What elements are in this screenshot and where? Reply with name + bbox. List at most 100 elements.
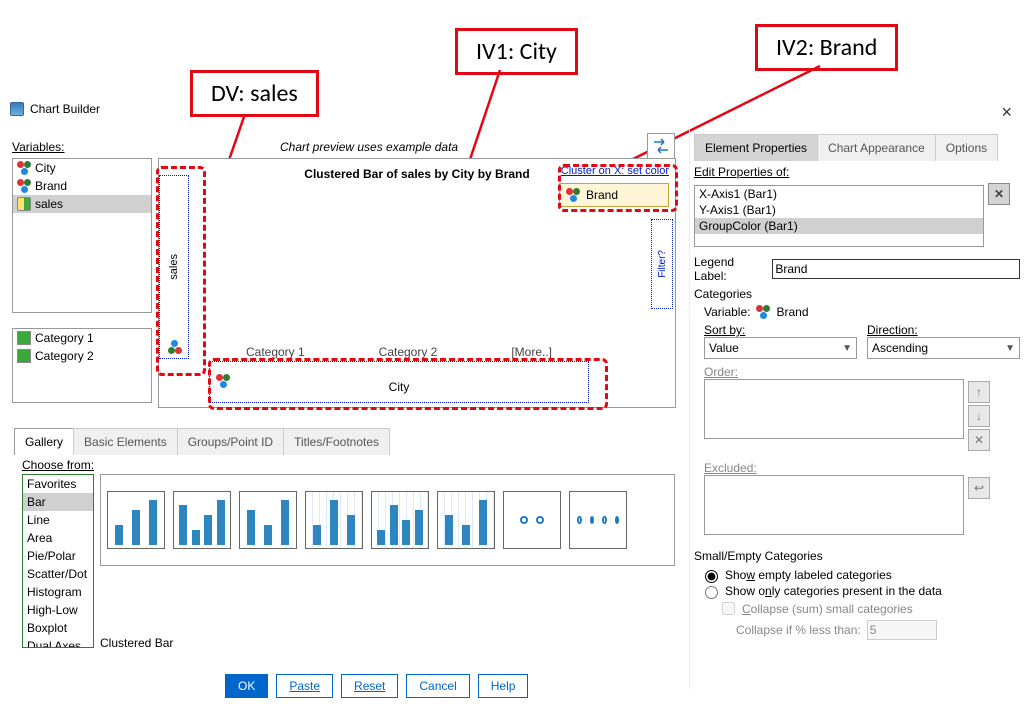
- list-item[interactable]: Dual Axes: [23, 637, 93, 648]
- collapse-pct-label: Collapse if % less than:: [736, 623, 861, 637]
- paste-button[interactable]: Paste: [276, 674, 333, 698]
- list-item[interactable]: Boxplot: [23, 619, 93, 637]
- list-item: Category 2: [13, 347, 151, 365]
- list-item[interactable]: Histogram: [23, 583, 93, 601]
- nominal-icon: [756, 305, 770, 319]
- gallery-thumb[interactable]: [371, 491, 429, 549]
- tab-gallery[interactable]: Gallery: [14, 428, 74, 455]
- x-axis-dropzone[interactable]: City: [209, 361, 589, 403]
- variable-name: sales: [35, 197, 63, 211]
- reset-button[interactable]: Reset: [341, 674, 398, 698]
- list-item: Category 1: [13, 329, 151, 347]
- gallery-thumb[interactable]: [569, 491, 627, 549]
- variables-label: Variables:: [12, 140, 64, 154]
- right-tabs: Element Properties Chart Appearance Opti…: [694, 134, 1020, 161]
- help-button[interactable]: Help: [478, 674, 529, 698]
- restore-button[interactable]: ↩: [968, 477, 990, 499]
- window-title: Chart Builder: [30, 102, 100, 116]
- filter-dropzone[interactable]: Filter?: [651, 219, 673, 309]
- order-label: Order:: [694, 365, 1020, 379]
- categories-heading: Categories: [694, 287, 1020, 301]
- variable-item[interactable]: sales: [13, 195, 151, 213]
- radio-input[interactable]: [705, 570, 718, 583]
- gallery-thumb[interactable]: [107, 491, 165, 549]
- cancel-button[interactable]: Cancel: [406, 674, 469, 698]
- order-list[interactable]: [704, 379, 964, 439]
- direction-combo[interactable]: Ascending ▼: [867, 337, 1020, 359]
- cluster-variable: Brand: [586, 188, 618, 202]
- chevron-down-icon: ▼: [1005, 343, 1015, 354]
- tab-titles-footnotes[interactable]: Titles/Footnotes: [283, 428, 390, 455]
- variable-item[interactable]: City: [13, 159, 151, 177]
- radio-show-empty[interactable]: Show empty labeled categories: [694, 567, 1020, 583]
- move-up-button[interactable]: ↑: [968, 381, 990, 403]
- nominal-icon: [216, 374, 230, 388]
- chevron-down-icon: ▼: [842, 343, 852, 354]
- tab-groups-point-id[interactable]: Groups/Point ID: [177, 428, 284, 455]
- properties-of-list[interactable]: X-Axis1 (Bar1) Y-Axis1 (Bar1) GroupColor…: [694, 185, 984, 247]
- variable-name: Brand: [35, 179, 67, 193]
- tab-chart-appearance[interactable]: Chart Appearance: [817, 134, 936, 161]
- list-item[interactable]: Favorites: [23, 475, 93, 493]
- preview-bars: [219, 209, 579, 329]
- swap-axes-button[interactable]: [647, 133, 675, 159]
- list-item[interactable]: Scatter/Dot: [23, 565, 93, 583]
- y-axis-dropzone[interactable]: sales: [159, 175, 189, 359]
- properties-panel: Element Properties Chart Appearance Opti…: [689, 130, 1024, 690]
- ok-button[interactable]: OK: [225, 674, 268, 698]
- edit-properties-label: Edit Properties of:: [694, 165, 1020, 179]
- nominal-icon: [168, 340, 182, 354]
- lower-tabs: Gallery Basic Elements Groups/Point ID T…: [14, 428, 389, 455]
- radio-input[interactable]: [705, 586, 718, 599]
- y-axis-label: sales: [168, 254, 180, 280]
- nominal-icon: [566, 188, 580, 202]
- excluded-list[interactable]: [704, 475, 964, 535]
- cluster-dropzone[interactable]: Brand: [559, 183, 669, 207]
- chart-type-list[interactable]: Favorites Bar Line Area Pie/Polar Scatte…: [22, 474, 94, 648]
- variables-list[interactable]: City Brand sales: [12, 158, 152, 313]
- move-down-button[interactable]: ↓: [968, 405, 990, 427]
- category-icon: [17, 349, 31, 363]
- tab-options[interactable]: Options: [935, 134, 998, 161]
- legend-label-label: Legend Label:: [694, 255, 766, 283]
- list-item[interactable]: Pie/Polar: [23, 547, 93, 565]
- gallery-thumb[interactable]: [173, 491, 231, 549]
- variable-item[interactable]: Brand: [13, 177, 151, 195]
- tab-basic-elements[interactable]: Basic Elements: [73, 428, 178, 455]
- tab-element-properties[interactable]: Element Properties: [694, 134, 818, 161]
- preview-note: Chart preview uses example data: [280, 140, 458, 154]
- delete-property-button[interactable]: ✕: [988, 183, 1010, 205]
- gallery-thumb[interactable]: [305, 491, 363, 549]
- checkbox-input: [722, 602, 735, 615]
- small-empty-heading: Small/Empty Categories: [694, 549, 1020, 563]
- annotation-dv: DV: sales: [190, 70, 319, 117]
- legend-label-input[interactable]: [772, 259, 1020, 279]
- radio-show-only-present[interactable]: Show only categories present in the data: [694, 583, 1020, 599]
- list-item[interactable]: Bar: [23, 493, 93, 511]
- chart-preview[interactable]: Clustered Bar of sales by City by Brand …: [158, 158, 676, 408]
- list-item[interactable]: Y-Axis1 (Bar1): [695, 202, 983, 218]
- gallery-thumb[interactable]: [503, 491, 561, 549]
- close-button[interactable]: ×: [1001, 102, 1012, 123]
- list-item[interactable]: GroupColor (Bar1): [695, 218, 983, 234]
- list-item[interactable]: High-Low: [23, 601, 93, 619]
- gallery-thumb[interactable]: [239, 491, 297, 549]
- selected-gallery-name: Clustered Bar: [100, 636, 173, 650]
- collapse-pct-input: [867, 620, 937, 640]
- categories-variable-value: Brand: [776, 305, 808, 319]
- choose-from-label: Choose from:: [22, 458, 94, 472]
- list-item[interactable]: Area: [23, 529, 93, 547]
- chart-gallery: [100, 474, 675, 566]
- sortby-label: Sort by:: [704, 323, 857, 337]
- excluded-label: Excluded:: [694, 461, 1020, 475]
- nominal-icon: [17, 179, 31, 193]
- sortby-combo[interactable]: Value ▼: [704, 337, 857, 359]
- gallery-thumb[interactable]: [437, 491, 495, 549]
- dialog-buttons: OK Paste Reset Cancel Help: [225, 674, 528, 698]
- remove-button[interactable]: ✕: [968, 429, 990, 451]
- variable-name: City: [35, 161, 56, 175]
- list-item[interactable]: Line: [23, 511, 93, 529]
- list-item[interactable]: X-Axis1 (Bar1): [695, 186, 983, 202]
- category-icon: [17, 331, 31, 345]
- checkbox-collapse: Collapse (sum) small categories: [694, 599, 1020, 618]
